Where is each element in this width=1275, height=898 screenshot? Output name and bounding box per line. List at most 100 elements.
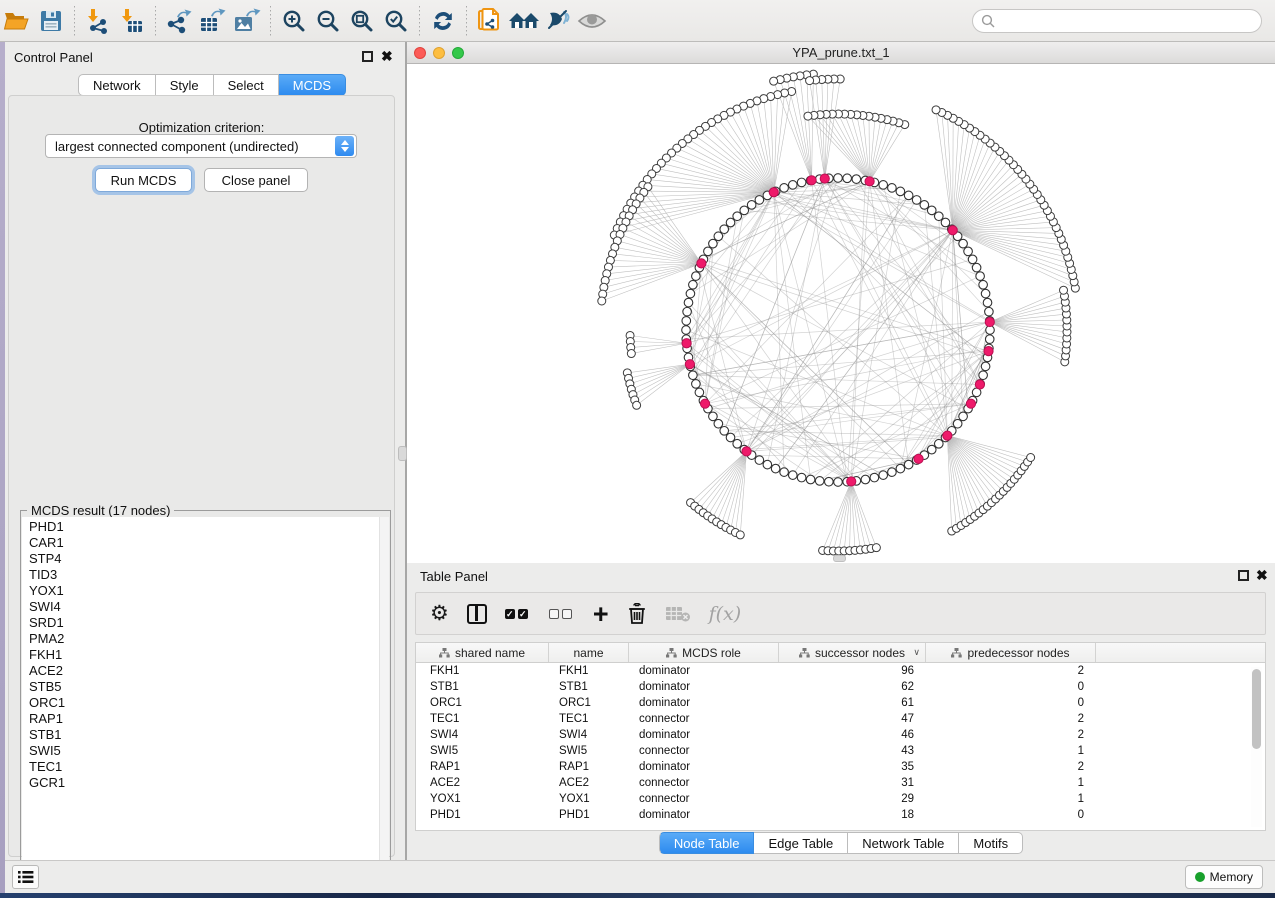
network-node[interactable] xyxy=(726,433,735,442)
table-row[interactable]: RAP1RAP1dominator352 xyxy=(416,759,1265,775)
gear-icon[interactable]: ⚙ xyxy=(430,600,449,628)
network-node[interactable] xyxy=(927,206,936,215)
network-node[interactable] xyxy=(834,478,843,487)
network-node[interactable] xyxy=(959,412,968,421)
zoom-in-icon[interactable] xyxy=(277,6,311,36)
network-hub-node[interactable] xyxy=(966,399,975,408)
save-icon[interactable] xyxy=(34,6,68,36)
network-node[interactable] xyxy=(888,184,897,193)
mcds-result-item[interactable]: ORC1 xyxy=(29,695,380,711)
hide-eye-icon[interactable] xyxy=(541,6,575,36)
network-node[interactable] xyxy=(689,371,698,380)
houses-icon[interactable] xyxy=(507,6,541,36)
network-node[interactable] xyxy=(879,471,888,480)
network-node[interactable] xyxy=(788,471,797,480)
network-hub-node[interactable] xyxy=(697,259,706,268)
table-row[interactable]: STB1STB1dominator620 xyxy=(416,679,1265,695)
mcds-result-item[interactable]: STP4 xyxy=(29,551,380,567)
network-node[interactable] xyxy=(780,184,789,193)
column-header-name[interactable]: name xyxy=(549,643,629,662)
network-node[interactable] xyxy=(733,212,742,221)
close-panel-button[interactable]: Close panel xyxy=(204,168,308,192)
network-node[interactable] xyxy=(740,206,749,215)
network-node[interactable] xyxy=(733,439,742,448)
network-hub-node[interactable] xyxy=(769,188,778,197)
mcds-result-item[interactable]: CAR1 xyxy=(29,535,380,551)
table-row[interactable]: TEC1TEC1connector472 xyxy=(416,711,1265,727)
network-leaf-node[interactable] xyxy=(770,77,778,85)
mcds-result-item[interactable]: YOX1 xyxy=(29,583,380,599)
network-hub-node[interactable] xyxy=(985,317,994,326)
network-hub-node[interactable] xyxy=(820,174,829,183)
network-node[interactable] xyxy=(692,272,701,281)
import-table-icon[interactable] xyxy=(115,6,149,36)
sort-indicator-icon[interactable]: ∨ xyxy=(913,647,920,658)
criterion-dropdown[interactable]: largest connected component (undirected) xyxy=(45,134,357,158)
tab-style[interactable]: Style xyxy=(156,74,214,96)
mcds-result-item[interactable]: TEC1 xyxy=(29,759,380,775)
table-scrollbar[interactable] xyxy=(1251,667,1262,827)
network-node[interactable] xyxy=(695,388,704,397)
network-node[interactable] xyxy=(979,371,988,380)
close-table-panel-icon[interactable]: ✖ xyxy=(1256,570,1268,581)
mcds-result-item[interactable]: SRD1 xyxy=(29,615,380,631)
network-node[interactable] xyxy=(686,289,695,298)
table-row[interactable]: SWI4SWI4dominator462 xyxy=(416,727,1265,743)
tab-motifs[interactable]: Motifs xyxy=(959,832,1023,854)
network-node[interactable] xyxy=(843,174,852,183)
tab-mcds[interactable]: MCDS xyxy=(279,74,346,96)
search-field[interactable] xyxy=(972,9,1262,33)
deselect-all-icon[interactable] xyxy=(549,600,575,628)
tab-node-table[interactable]: Node Table xyxy=(659,832,755,854)
network-leaf-node[interactable] xyxy=(806,77,814,85)
network-canvas[interactable] xyxy=(407,64,1275,563)
network-node[interactable] xyxy=(704,247,713,256)
table-row[interactable]: FKH1FKH1dominator962 xyxy=(416,663,1265,679)
network-node[interactable] xyxy=(714,419,723,428)
network-node[interactable] xyxy=(689,280,698,289)
delete-icon[interactable] xyxy=(627,600,647,628)
tab-select[interactable]: Select xyxy=(214,74,279,96)
network-node[interactable] xyxy=(972,263,981,272)
table-row[interactable]: ORC1ORC1dominator610 xyxy=(416,695,1265,711)
task-history-button[interactable] xyxy=(12,865,39,889)
mcds-result-item[interactable]: RAP1 xyxy=(29,711,380,727)
tab-network-table[interactable]: Network Table xyxy=(848,832,959,854)
network-node[interactable] xyxy=(683,307,692,316)
network-hub-node[interactable] xyxy=(975,380,984,389)
network-hub-node[interactable] xyxy=(847,477,856,486)
network-node[interactable] xyxy=(976,272,985,281)
network-leaf-node[interactable] xyxy=(598,297,606,305)
network-node[interactable] xyxy=(755,196,764,205)
zoom-out-icon[interactable] xyxy=(311,6,345,36)
network-node[interactable] xyxy=(934,439,943,448)
network-node[interactable] xyxy=(904,460,913,469)
network-hub-node[interactable] xyxy=(865,177,874,186)
network-node[interactable] xyxy=(934,212,943,221)
network-node[interactable] xyxy=(726,218,735,227)
network-node[interactable] xyxy=(879,181,888,190)
network-node[interactable] xyxy=(755,456,764,465)
network-node[interactable] xyxy=(852,175,861,184)
network-hub-node[interactable] xyxy=(685,360,694,369)
show-eye-icon[interactable] xyxy=(575,6,609,36)
export-table-icon[interactable] xyxy=(196,6,230,36)
table-scrollbar-thumb[interactable] xyxy=(1252,669,1261,749)
network-node[interactable] xyxy=(709,239,718,248)
search-input[interactable] xyxy=(995,11,1261,31)
mcds-result-item[interactable]: GCR1 xyxy=(29,775,380,791)
tab-edge-table[interactable]: Edge Table xyxy=(754,832,848,854)
network-leaf-node[interactable] xyxy=(736,531,744,539)
run-mcds-button[interactable]: Run MCDS xyxy=(95,168,192,192)
network-hub-node[interactable] xyxy=(807,176,816,185)
table-row[interactable]: YOX1YOX1connector291 xyxy=(416,791,1265,807)
network-node[interactable] xyxy=(983,298,992,307)
network-hub-node[interactable] xyxy=(948,226,957,235)
mcds-result-item[interactable]: PHD1 xyxy=(29,519,380,535)
network-node[interactable] xyxy=(720,225,729,234)
close-panel-icon[interactable]: ✖ xyxy=(381,51,393,62)
network-node[interactable] xyxy=(927,445,936,454)
float-table-panel-icon[interactable] xyxy=(1238,570,1249,581)
network-hub-node[interactable] xyxy=(984,347,993,356)
column-header-predecessor-nodes[interactable]: predecessor nodes xyxy=(926,643,1096,662)
